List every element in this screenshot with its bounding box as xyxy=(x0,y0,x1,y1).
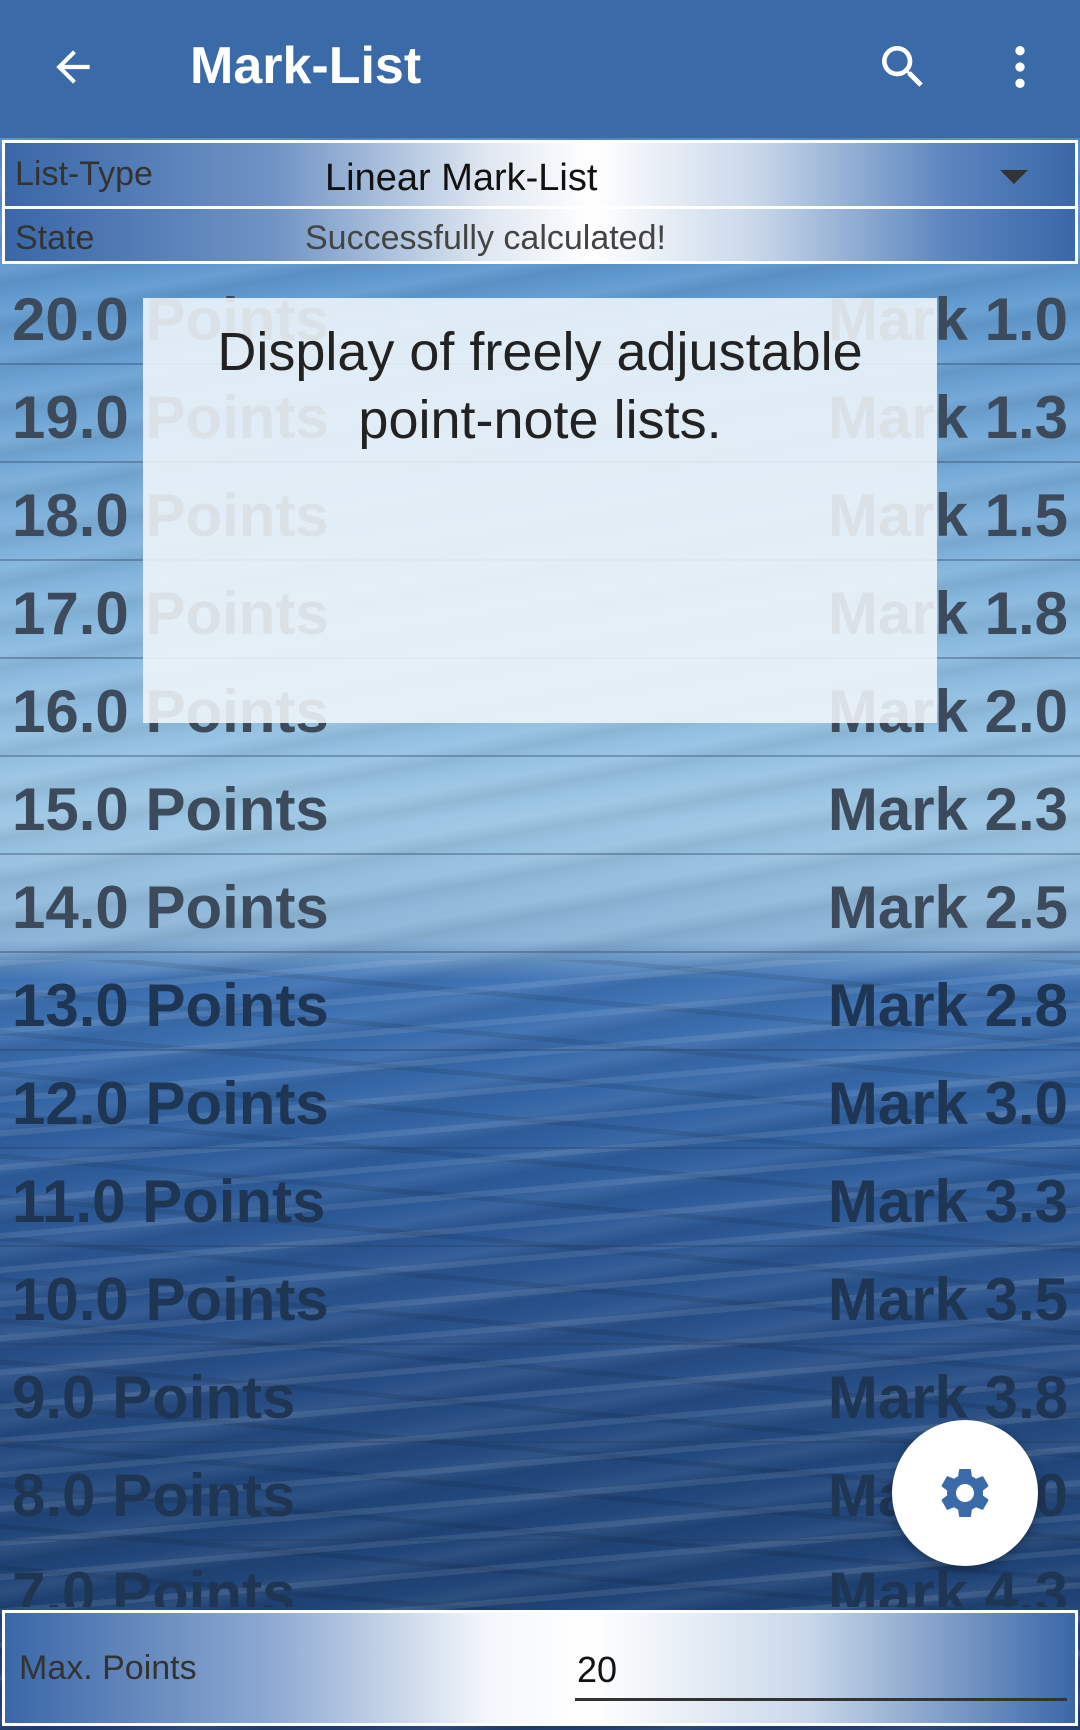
points-text: 15.0 Points xyxy=(12,776,329,843)
list-type-row: List-Type Linear Mark-List xyxy=(5,143,1075,209)
points-text: 11.0 Points xyxy=(12,1168,326,1235)
max-points-input[interactable] xyxy=(575,1641,1067,1701)
settings-fab-button[interactable] xyxy=(892,1420,1038,1566)
mark-text: Mark 2.5 xyxy=(827,874,1068,941)
search-icon xyxy=(882,46,923,87)
gear-icon xyxy=(941,1469,989,1517)
mark-text: Mark 3.5 xyxy=(827,1266,1068,1333)
mark-text: Mark 3.0 xyxy=(827,1070,1068,1137)
mark-text: Mark 2.3 xyxy=(827,776,1068,843)
state-label: State xyxy=(15,219,95,257)
list-item[interactable]: 7.0 Points Mark 4.3 xyxy=(0,1541,1080,1607)
more-vert-icon xyxy=(1015,46,1025,88)
points-text: 12.0 Points xyxy=(12,1070,329,1137)
settings-panel: List-Type Linear Mark-List State Success… xyxy=(2,140,1078,264)
more-options-button[interactable] xyxy=(990,32,1050,102)
mark-text: Mark 4.3 xyxy=(827,1560,1068,1607)
list-type-select[interactable]: Linear Mark-List xyxy=(325,157,597,200)
state-row: State Successfully calculated! xyxy=(5,209,1075,264)
tooltip-text: Display of freely adjustable point-note … xyxy=(217,322,863,450)
points-text: 7.0 Points xyxy=(12,1560,296,1607)
points-text: 8.0 Points xyxy=(12,1462,296,1529)
points-text: 10.0 Points xyxy=(12,1266,329,1333)
list-item[interactable]: 11.0 Points Mark 3.3 xyxy=(0,1149,1080,1247)
points-text: 9.0 Points xyxy=(12,1364,296,1431)
back-arrow-icon xyxy=(56,50,90,84)
list-type-label: List-Type xyxy=(15,155,153,193)
app-bar: Mark-List xyxy=(0,0,1080,138)
search-button[interactable] xyxy=(868,32,938,102)
info-tooltip[interactable]: Display of freely adjustable point-note … xyxy=(143,298,937,723)
list-item[interactable]: 13.0 Points Mark 2.8 xyxy=(0,953,1080,1051)
back-button[interactable] xyxy=(40,34,106,100)
list-item[interactable]: 10.0 Points Mark 3.5 xyxy=(0,1247,1080,1345)
state-value: Successfully calculated! xyxy=(305,219,666,257)
dropdown-arrow-icon[interactable] xyxy=(1000,170,1028,184)
mark-text: Mark 2.8 xyxy=(827,972,1068,1039)
page-title: Mark-List xyxy=(190,37,422,95)
mark-text: Mark 3.3 xyxy=(827,1168,1068,1235)
list-item[interactable]: 9.0 Points Mark 3.8 xyxy=(0,1345,1080,1443)
max-points-bar: Max. Points xyxy=(2,1610,1078,1726)
points-text: 14.0 Points xyxy=(12,874,329,941)
list-item[interactable]: 12.0 Points Mark 3.0 xyxy=(0,1051,1080,1149)
list-item[interactable]: 14.0 Points Mark 2.5 xyxy=(0,855,1080,953)
points-text: 13.0 Points xyxy=(12,972,329,1039)
max-points-label: Max. Points xyxy=(19,1649,197,1687)
list-item[interactable]: 15.0 Points Mark 2.3 xyxy=(0,757,1080,855)
